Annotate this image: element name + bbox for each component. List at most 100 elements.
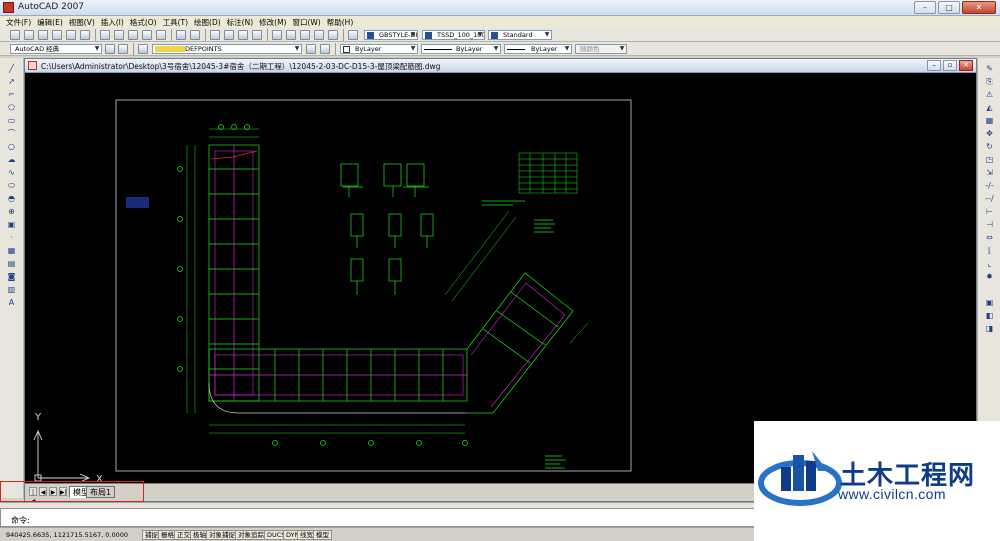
redo-icon[interactable]	[190, 30, 200, 40]
my-workspace-icon[interactable]	[118, 44, 128, 54]
help-icon[interactable]	[348, 30, 358, 40]
paste-icon[interactable]	[128, 30, 138, 40]
cut-icon[interactable]	[100, 30, 110, 40]
ellipse-icon[interactable]: ⬭	[6, 181, 17, 190]
properties-icon[interactable]	[272, 30, 282, 40]
print-preview-icon[interactable]	[66, 30, 76, 40]
close-button[interactable]: ✕	[962, 1, 996, 14]
layer-manager-icon[interactable]	[138, 44, 148, 54]
hatch-icon[interactable]: ▦	[6, 246, 17, 255]
ellipse-arc-icon[interactable]: ◓	[6, 194, 17, 203]
gradient-icon[interactable]: ▤	[6, 259, 17, 268]
copy-object-icon[interactable]: ⎘	[984, 77, 995, 86]
make-block-icon[interactable]: ▣	[6, 220, 17, 229]
print-icon[interactable]	[52, 30, 62, 40]
maximize-button[interactable]: □	[938, 1, 960, 14]
workspace-settings-icon[interactable]	[105, 44, 115, 54]
menu-format[interactable]: 格式(O)	[130, 17, 157, 28]
offset-icon[interactable]: ◭	[984, 103, 995, 112]
stretch-icon[interactable]: ⇲	[984, 168, 995, 177]
menu-modify[interactable]: 修改(M)	[259, 17, 286, 28]
menu-draw[interactable]: 绘图(D)	[194, 17, 221, 28]
line-icon[interactable]: ╱	[6, 64, 17, 73]
table-icon[interactable]: ▥	[6, 285, 17, 294]
color-select[interactable]: ByLayer ▼	[340, 44, 418, 54]
tool-palettes-icon[interactable]	[300, 30, 310, 40]
circle-icon[interactable]: ○	[6, 142, 17, 151]
menu-window[interactable]: 窗口(W)	[292, 17, 320, 28]
block-editor-icon[interactable]	[156, 30, 166, 40]
region-icon[interactable]: ◙	[6, 272, 17, 281]
drawing-close-button[interactable]: ✕	[959, 60, 973, 71]
rotate-icon[interactable]: ↻	[984, 142, 995, 151]
zoom-realtime-icon[interactable]	[224, 30, 234, 40]
move-icon[interactable]: ✥	[984, 129, 995, 138]
fillet-icon[interactable]: ⌞	[984, 259, 995, 268]
explode-icon[interactable]: ✸	[984, 272, 995, 281]
sheet-set-icon[interactable]	[314, 30, 324, 40]
text-style-select[interactable]: GBSTYLE-DIM▼	[364, 30, 418, 40]
bring-to-front-icon[interactable]: ◧	[984, 311, 995, 320]
revision-cloud-icon[interactable]: ☁	[6, 155, 17, 164]
dim-style-select[interactable]: TSSD_100_100 ▼	[422, 30, 485, 40]
markup-icon[interactable]	[328, 30, 338, 40]
rebar-table	[518, 152, 578, 194]
save-icon[interactable]	[38, 30, 48, 40]
polyline-icon[interactable]: ⌐	[6, 90, 17, 99]
chamfer-icon[interactable]: ⌊	[984, 246, 995, 255]
table-style-select[interactable]: Standard ▼	[488, 30, 552, 40]
polygon-icon[interactable]: ⬠	[6, 103, 17, 112]
design-center-icon[interactable]	[286, 30, 296, 40]
scale-icon[interactable]: ◳	[984, 155, 995, 164]
point-icon[interactable]: ·	[6, 233, 17, 242]
draw-toolbar: ╱ ↗ ⌐ ⬠ ▭ ⌒ ○ ☁ ∿ ⬭ ◓ ⊕ ▣ · ▦ ▤ ◙ ▥ A	[0, 58, 24, 498]
insert-block-icon[interactable]: ⊕	[6, 207, 17, 216]
make-object-layer-current-icon[interactable]	[306, 44, 316, 54]
model-toggle[interactable]: 模型	[313, 530, 332, 540]
drawing-restore-button[interactable]: ▫	[943, 60, 957, 71]
mirror-icon[interactable]: ⚠	[984, 90, 995, 99]
publish-icon[interactable]	[80, 30, 90, 40]
menu-file[interactable]: 文件(F)	[6, 17, 31, 28]
new-icon[interactable]	[10, 30, 20, 40]
arc-icon[interactable]: ⌒	[6, 129, 17, 138]
layers-toolbar: AutoCAD 经典 ▼ DEFPOINTS ▼ ByLayer ▼ ByLayer ▼…	[0, 42, 1000, 56]
draw-order-icon[interactable]: ▣	[984, 298, 995, 307]
lineweight-select[interactable]: ByLayer ▼	[504, 44, 572, 54]
menu-help[interactable]: 帮助(H)	[327, 17, 354, 28]
menu-view[interactable]: 视图(V)	[69, 17, 95, 28]
osnap-toggle[interactable]: 对象捕捉	[206, 530, 238, 540]
zoom-window-icon[interactable]	[238, 30, 248, 40]
array-icon[interactable]: ▦	[984, 116, 995, 125]
match-properties-icon[interactable]	[142, 30, 152, 40]
spline-icon[interactable]: ∿	[6, 168, 17, 177]
layer-select[interactable]: DEFPOINTS ▼	[152, 44, 302, 54]
construction-line-icon[interactable]: ↗	[6, 77, 17, 86]
undo-icon[interactable]	[176, 30, 186, 40]
minimize-button[interactable]: –	[914, 1, 936, 14]
join-icon[interactable]: ⇔	[984, 233, 995, 242]
extend-icon[interactable]: --/	[984, 194, 995, 203]
pan-icon[interactable]	[210, 30, 220, 40]
drawing-minimize-button[interactable]: –	[927, 60, 941, 71]
open-icon[interactable]	[24, 30, 34, 40]
break-at-point-icon[interactable]: ⊢	[984, 207, 995, 216]
linetype-select[interactable]: ByLayer ▼	[421, 44, 501, 54]
break-icon[interactable]: ⊣	[984, 220, 995, 229]
send-to-back-icon[interactable]: ◨	[984, 324, 995, 333]
rectangle-icon[interactable]: ▭	[6, 116, 17, 125]
zoom-previous-icon[interactable]	[252, 30, 262, 40]
copy-icon[interactable]	[114, 30, 124, 40]
trim-icon[interactable]: -/-	[984, 181, 995, 190]
menu-dimension[interactable]: 标注(N)	[227, 17, 253, 28]
multiline-text-icon[interactable]: A	[6, 298, 17, 307]
title-bar: AutoCAD 2007 – □ ✕	[0, 0, 1000, 16]
menu-edit[interactable]: 编辑(E)	[37, 17, 63, 28]
workspace-select[interactable]: AutoCAD 经典 ▼	[10, 44, 102, 54]
erase-icon[interactable]: ✎	[984, 64, 995, 73]
otrack-toggle[interactable]: 对象追踪	[235, 530, 267, 540]
menu-tools[interactable]: 工具(T)	[163, 17, 188, 28]
menu-insert[interactable]: 插入(I)	[101, 17, 124, 28]
layer-previous-icon[interactable]	[320, 44, 330, 54]
command-line[interactable]: 命令:	[0, 508, 760, 527]
